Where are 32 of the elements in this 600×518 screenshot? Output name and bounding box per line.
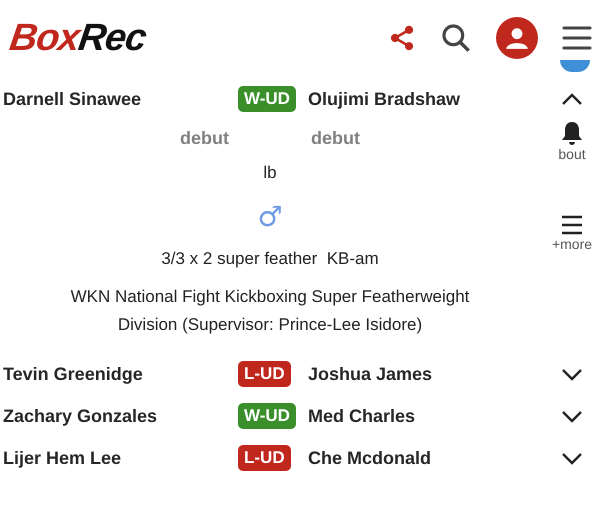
fighter-name[interactable]: Zachary Gonzales <box>3 406 238 426</box>
bout-title: WKN National Fight Kickboxing Super Featherweight Division (Supervisor: Prince-Lee Isidore) <box>70 286 470 336</box>
fighter-name[interactable]: Tevin Greenidge <box>3 364 238 384</box>
fighter-name[interactable]: Lijer Hem Lee <box>3 448 238 468</box>
opponent-name[interactable]: Joshua James <box>308 364 544 384</box>
opponent-name[interactable]: Med Charles <box>308 406 544 426</box>
menu-icon[interactable] <box>562 25 592 51</box>
result-badge: L-UD <box>238 445 291 471</box>
fighter-record: debut <box>180 128 229 149</box>
gender-symbol: ♂ <box>257 201 283 233</box>
more-button[interactable]: +more <box>552 214 592 252</box>
weight: lb <box>263 162 277 184</box>
result-badge: W-UD <box>238 86 296 112</box>
share-icon[interactable] <box>388 24 416 52</box>
collapse-chevron[interactable] <box>561 92 583 106</box>
profile-button[interactable] <box>496 17 538 59</box>
expand-chevron[interactable] <box>561 452 583 464</box>
expand-chevron[interactable] <box>561 368 583 380</box>
search-icon[interactable] <box>440 22 472 54</box>
bout-alert-button[interactable]: bout <box>558 120 586 162</box>
result-badge: L-UD <box>238 361 291 387</box>
notification-badge <box>560 60 590 72</box>
opponent-name[interactable]: Che Mcdonald <box>308 448 544 468</box>
opponent-record: debut <box>311 128 360 149</box>
opponent-name[interactable]: Olujimi Bradshaw <box>308 88 544 110</box>
bout-rounds: 3/3 x 2 super feather KB-am <box>161 248 379 270</box>
result-badge: W-UD <box>238 403 296 429</box>
logo[interactable]: BoxRec <box>6 16 149 60</box>
expand-chevron[interactable] <box>561 410 583 422</box>
menu-icon <box>560 214 584 236</box>
bell-icon <box>560 120 584 146</box>
fighter-name[interactable]: Darnell Sinawee <box>3 88 238 110</box>
